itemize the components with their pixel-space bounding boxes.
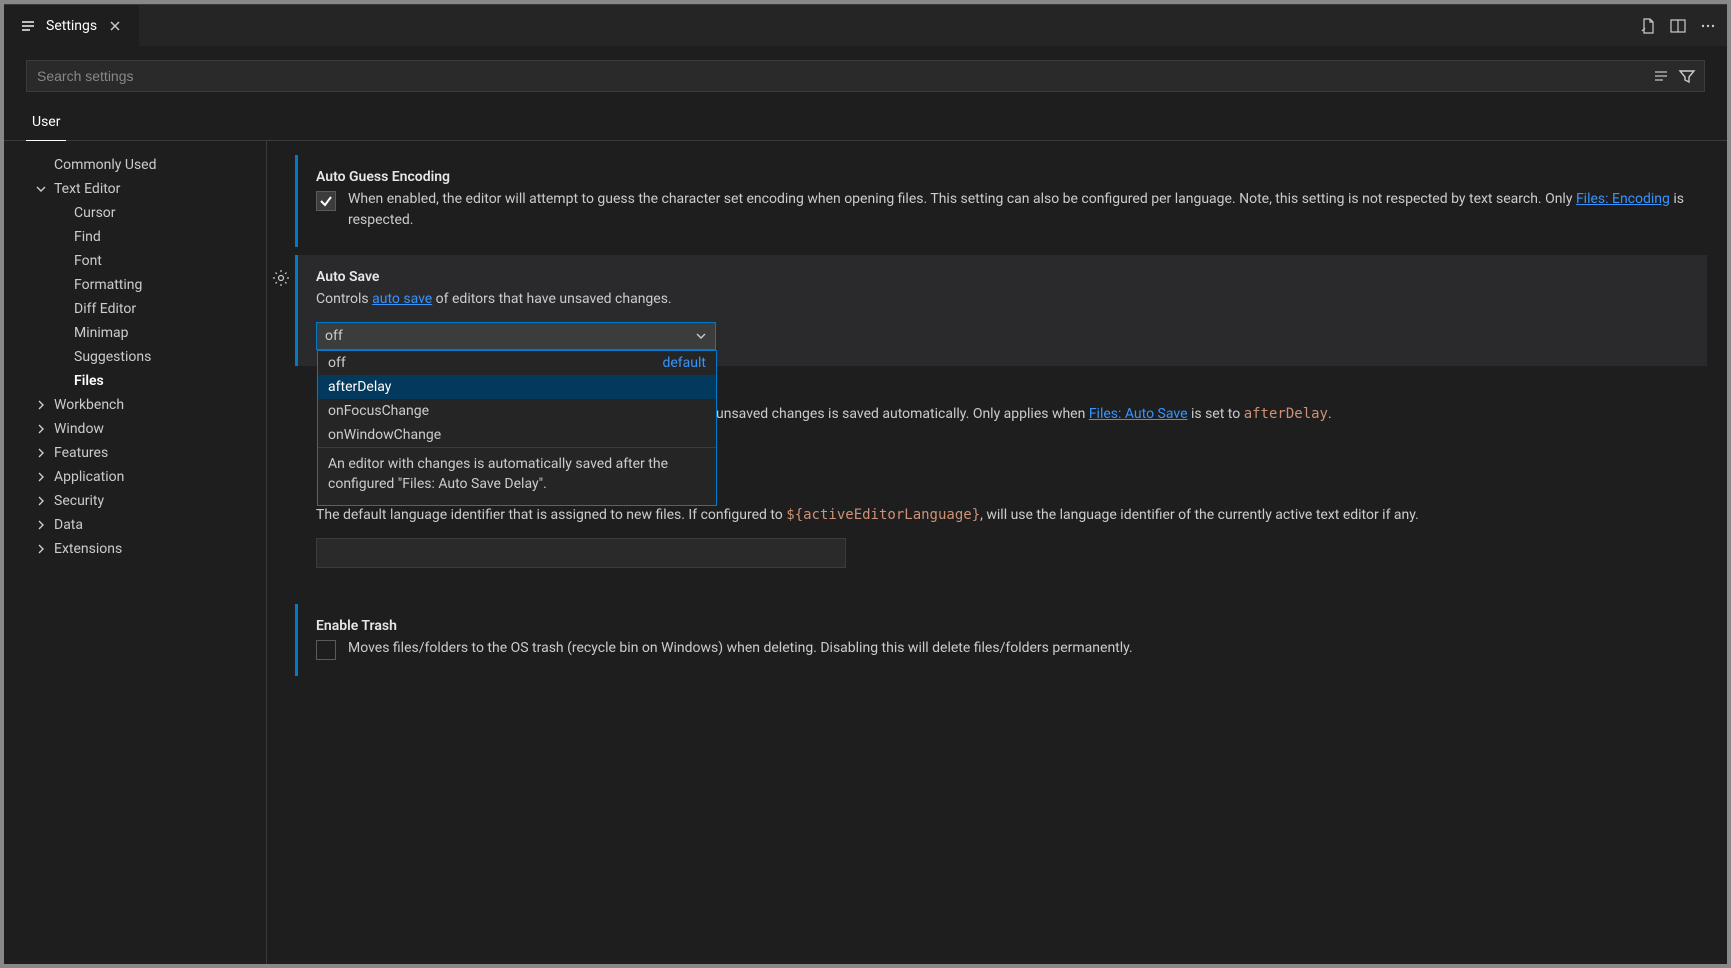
dropdown-option-off[interactable]: off default <box>318 351 716 375</box>
toc-security[interactable]: Security <box>34 489 266 513</box>
setting-description: The default language identifier that is … <box>316 505 1687 526</box>
toc-formatting[interactable]: Formatting <box>34 273 266 297</box>
setting-description: Controls auto save of editors that have … <box>316 289 1687 310</box>
toc-application[interactable]: Application <box>34 465 266 489</box>
chevron-right-icon <box>34 447 48 459</box>
toc-cursor[interactable]: Cursor <box>34 201 266 225</box>
toc-suggestions[interactable]: Suggestions <box>34 345 266 369</box>
settings-search-input[interactable] <box>27 68 1652 84</box>
checkbox-enable-trash[interactable] <box>316 640 336 660</box>
more-actions-icon[interactable] <box>1699 17 1717 35</box>
tab-close-button[interactable] <box>107 18 123 34</box>
chevron-right-icon <box>34 543 48 555</box>
toc-data[interactable]: Data <box>34 513 266 537</box>
scope-tab-user[interactable]: User <box>26 106 66 141</box>
setting-description: When enabled, the editor will attempt to… <box>348 189 1687 231</box>
split-editor-icon[interactable] <box>1669 17 1687 35</box>
toc-workbench[interactable]: Workbench <box>34 393 266 417</box>
filter-icon[interactable] <box>1678 67 1696 85</box>
setting-enable-trash: Enable Trash Moves files/folders to the … <box>295 604 1707 676</box>
toc-find[interactable]: Find <box>34 225 266 249</box>
toc-diff-editor[interactable]: Diff Editor <box>34 297 266 321</box>
dropdown-option-afterdelay[interactable]: afterDelay <box>318 375 716 399</box>
dropdown-option-onfocuschange[interactable]: onFocusChange <box>318 399 716 423</box>
setting-title: Auto Guess Encoding <box>316 169 1687 185</box>
settings-list-icon <box>20 18 36 34</box>
chevron-right-icon <box>34 471 48 483</box>
tab-settings[interactable]: Settings <box>4 5 140 46</box>
input-default-language[interactable] <box>316 538 846 568</box>
chevron-right-icon <box>34 495 48 507</box>
toc-minimap[interactable]: Minimap <box>34 321 266 345</box>
chevron-down-icon <box>34 183 48 195</box>
link-files-encoding[interactable]: Files: Encoding <box>1576 191 1670 207</box>
settings-scope-tabs: User <box>4 102 1727 141</box>
dropdown-option-description: An editor with changes is automatically … <box>318 447 716 505</box>
chevron-right-icon <box>34 423 48 435</box>
setting-description: Moves files/folders to the OS trash (rec… <box>348 638 1133 659</box>
default-tag: default <box>662 355 706 371</box>
toc-font[interactable]: Font <box>34 249 266 273</box>
editor-tabbar: Settings <box>4 4 1727 46</box>
link-auto-save[interactable]: auto save <box>372 291 432 307</box>
setting-title: Auto Save <box>316 269 1687 285</box>
dropdown-auto-save[interactable]: off default afterDelay onFocusChange onW… <box>317 350 717 506</box>
clear-search-icon[interactable] <box>1652 67 1670 85</box>
chevron-right-icon <box>34 399 48 411</box>
checkbox-auto-guess-encoding[interactable] <box>316 191 336 211</box>
gear-icon[interactable] <box>272 269 290 287</box>
toc-window[interactable]: Window <box>34 417 266 441</box>
toc-commonly-used[interactable]: Commonly Used <box>34 153 266 177</box>
link-files-auto-save[interactable]: Files: Auto Save <box>1089 406 1188 422</box>
tab-settings-label: Settings <box>46 18 97 34</box>
toc-features[interactable]: Features <box>34 441 266 465</box>
chevron-down-icon <box>695 330 707 342</box>
toc-extensions[interactable]: Extensions <box>34 537 266 561</box>
chevron-right-icon <box>34 519 48 531</box>
dropdown-option-onwindowchange[interactable]: onWindowChange <box>318 423 716 447</box>
select-value: off <box>325 328 343 344</box>
open-settings-json-icon[interactable] <box>1639 17 1657 35</box>
settings-list[interactable]: Auto Guess Encoding When enabled, the ed… <box>266 141 1727 964</box>
settings-search-box <box>26 60 1705 92</box>
toc-files[interactable]: Files <box>34 369 266 393</box>
settings-toc: Commonly Used Text Editor Cursor Find Fo… <box>4 141 266 964</box>
setting-auto-guess-encoding: Auto Guess Encoding When enabled, the ed… <box>295 155 1707 247</box>
setting-title: Enable Trash <box>316 618 1687 634</box>
select-auto-save[interactable]: off <box>316 322 716 350</box>
toc-text-editor[interactable]: Text Editor <box>34 177 266 201</box>
